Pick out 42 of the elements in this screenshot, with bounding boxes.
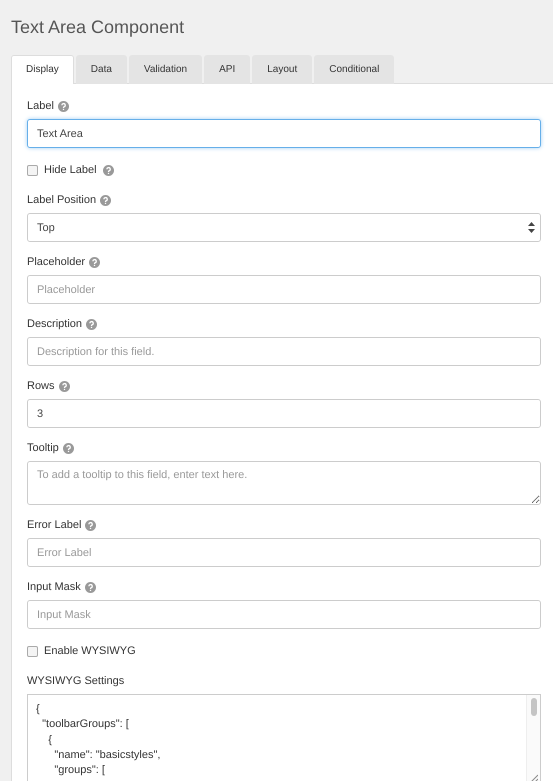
checkbox-label: Hide Label <box>44 164 97 176</box>
field-label: Label <box>27 100 54 112</box>
help-icon[interactable] <box>58 380 70 392</box>
select-field[interactable]: Top <box>27 213 541 242</box>
resize-handle-icon[interactable] <box>529 774 538 781</box>
help-icon[interactable] <box>89 256 100 268</box>
field-label: Error Label <box>27 519 82 531</box>
checkbox[interactable] <box>27 164 38 176</box>
input-field[interactable]: Error Label <box>27 538 541 567</box>
field-label: Placeholder <box>27 256 86 268</box>
help-icon[interactable] <box>85 520 96 530</box>
help-icon[interactable] <box>100 194 112 206</box>
scrollbar-thumb[interactable] <box>530 698 536 716</box>
input-field[interactable]: 3 <box>27 399 541 428</box>
help-icon[interactable] <box>86 318 98 330</box>
field-label: Tooltip <box>27 442 59 454</box>
window-title: Text Area Component <box>10 16 186 39</box>
help-icon[interactable] <box>102 164 114 176</box>
checkbox[interactable] <box>27 646 38 656</box>
input-field[interactable]: Input Mask <box>27 600 541 629</box>
tab[interactable]: Conditional <box>314 55 394 84</box>
help-icon[interactable] <box>84 582 96 592</box>
field-label: Description <box>27 318 82 330</box>
textarea-field[interactable]: To add a tooltip to this field, enter text here. <box>27 461 541 505</box>
checkbox-label: Enable WYSIWYG <box>44 645 136 657</box>
field-label: WYSIWYG Settings <box>27 675 124 687</box>
help-icon[interactable] <box>62 442 74 454</box>
input-field[interactable]: Placeholder <box>27 275 541 304</box>
tab[interactable]: Display <box>11 55 74 84</box>
caret-icon <box>528 222 535 233</box>
tab[interactable]: Data <box>76 55 127 84</box>
tab[interactable]: API <box>204 55 250 84</box>
help-icon[interactable] <box>58 100 69 112</box>
code-editor[interactable]: { "toolbarGroups": [ { "name": "basicstyles", "groups": [ <box>27 694 541 781</box>
code-text: { "toolbarGroups": [ { "name": "basicstyles", "groups": [ <box>35 702 160 778</box>
input-field[interactable]: Description for this field. <box>27 337 541 366</box>
tab[interactable]: Layout <box>252 55 312 84</box>
tab[interactable]: Validation <box>128 55 202 84</box>
field-label: Label Position <box>27 194 96 206</box>
field-label: Input Mask <box>27 581 81 593</box>
input-field[interactable]: Text Area <box>27 119 541 148</box>
field-label: Rows <box>27 380 55 392</box>
